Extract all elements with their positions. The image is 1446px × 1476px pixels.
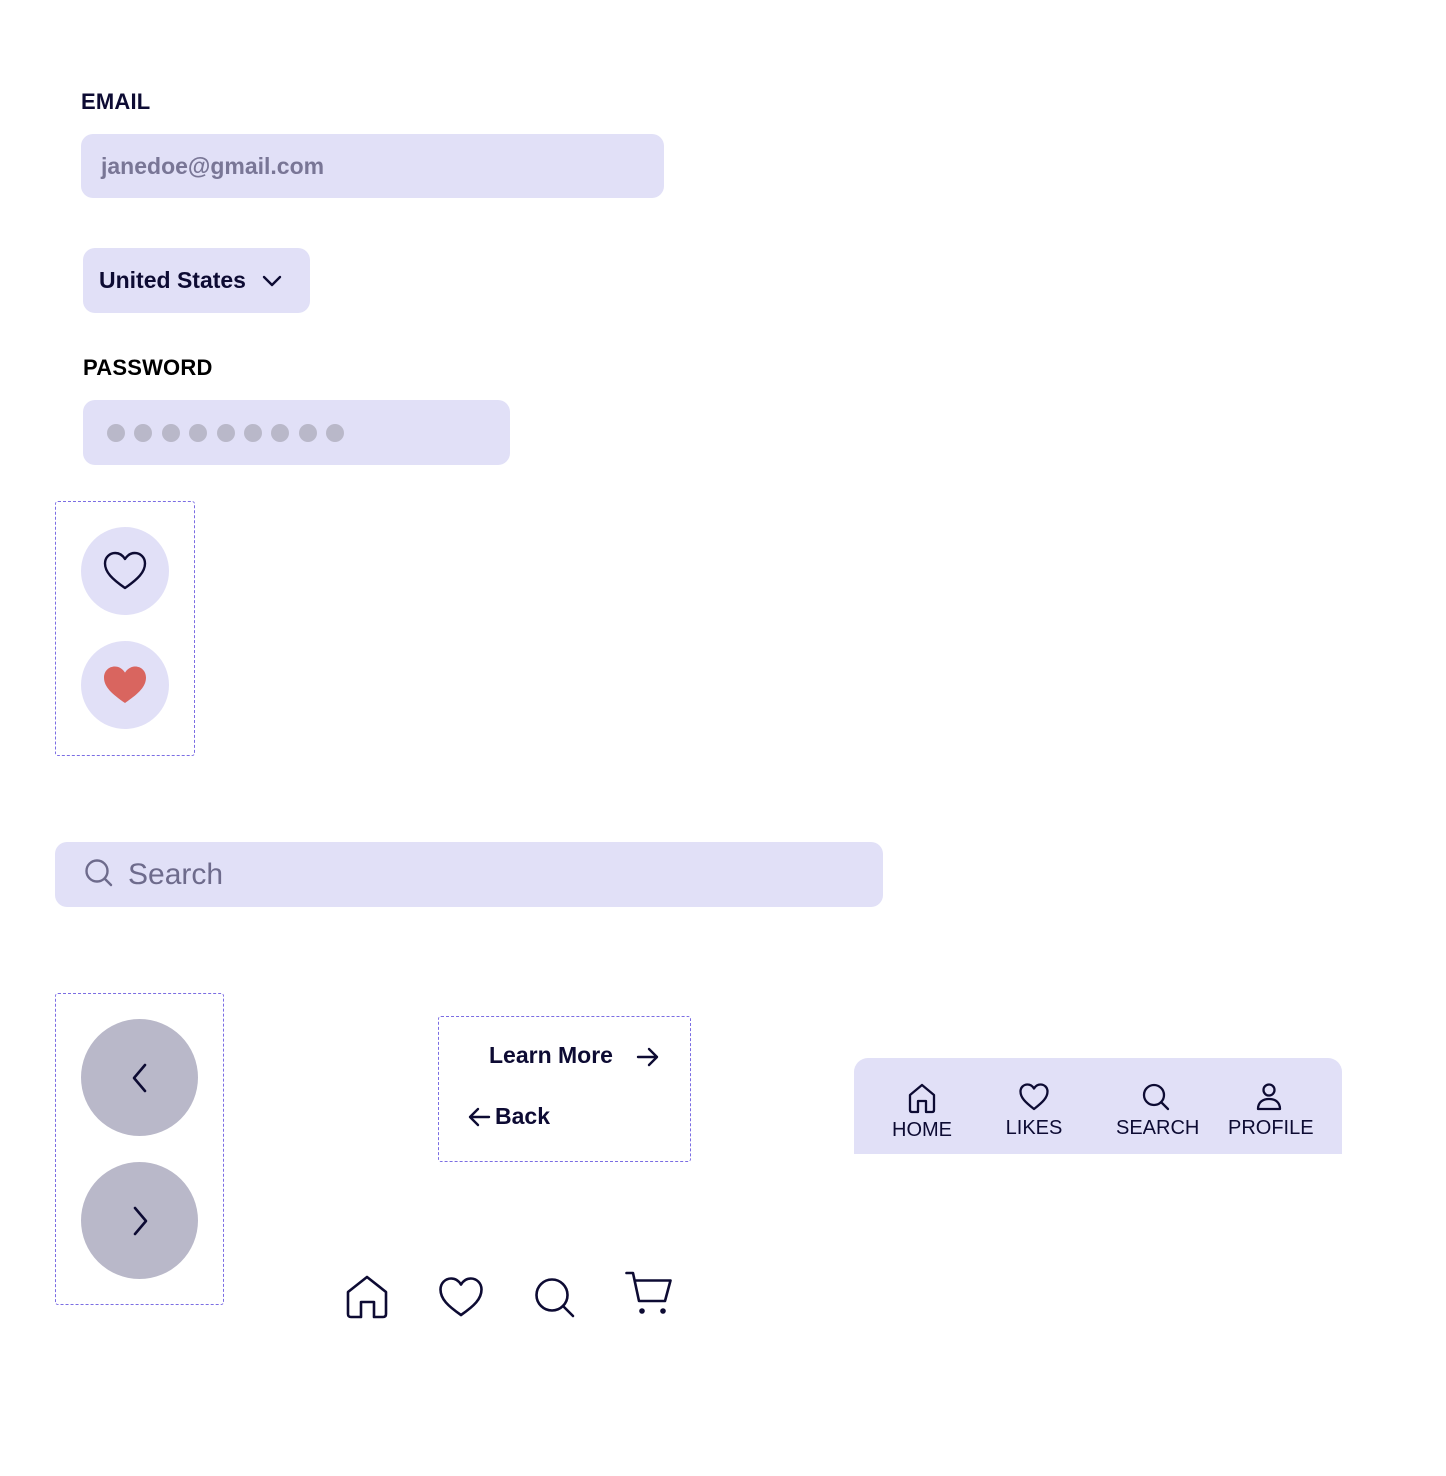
search-input[interactable]: Search (55, 842, 883, 907)
user-icon (1256, 1083, 1282, 1111)
nav-item-label: HOME (892, 1119, 952, 1141)
nav-item-label: LIKES (1005, 1117, 1063, 1139)
nav-item-label: PROFILE (1228, 1117, 1314, 1139)
password-mask-dot (298, 423, 317, 442)
chevron-right-icon (133, 1206, 147, 1235)
next-button[interactable] (81, 1162, 198, 1279)
heart-outline-icon (103, 551, 147, 590)
email-label: EMAIL (81, 89, 151, 114)
nav-item-home[interactable]: HOME (890, 1082, 954, 1142)
search-placeholder: Search (128, 858, 224, 891)
chevron-down-icon (262, 275, 282, 287)
back-link[interactable]: Back (466, 1103, 550, 1130)
previous-button[interactable] (81, 1019, 198, 1136)
password-label: PASSWORD (83, 355, 213, 380)
email-value: janedoe@gmail.com (101, 152, 325, 179)
heart-icon[interactable] (438, 1276, 484, 1318)
nav-item-label: SEARCH (1116, 1117, 1200, 1139)
password-mask-dot (271, 423, 290, 442)
password-mask-dot (134, 423, 153, 442)
password-mask-dot (107, 423, 125, 442)
password-mask-dot (189, 423, 208, 442)
search-icon (1142, 1083, 1170, 1111)
home-icon (908, 1083, 936, 1114)
password-mask-dot (161, 423, 180, 442)
search-icon[interactable] (534, 1277, 576, 1319)
back-label: Back (495, 1103, 550, 1129)
learn-more-link[interactable]: Learn More (489, 1042, 659, 1069)
arrow-right-icon (636, 1047, 659, 1067)
liked-button[interactable] (81, 641, 169, 729)
heart-icon (1019, 1083, 1049, 1111)
password-mask-dot (243, 423, 262, 442)
country-selected-value: United States (99, 267, 246, 293)
password-mask-dot (326, 423, 345, 442)
learn-more-label: Learn More (489, 1042, 613, 1068)
arrow-left-icon (468, 1107, 491, 1126)
heart-filled-icon (104, 666, 146, 703)
search-icon (85, 859, 113, 887)
email-field[interactable]: janedoe@gmail.com (81, 134, 664, 198)
password-mask-dot (216, 423, 235, 442)
nav-item-search[interactable]: SEARCH (1116, 1082, 1200, 1140)
bottom-navigation: HOME LIKES SEARCH PROFILE (854, 1058, 1342, 1154)
like-button[interactable] (81, 527, 169, 615)
cart-icon[interactable] (625, 1271, 673, 1317)
nav-item-profile[interactable]: PROFILE (1228, 1082, 1314, 1140)
link-button-group (438, 1016, 691, 1162)
home-icon[interactable] (346, 1275, 388, 1319)
chevron-left-icon (132, 1063, 146, 1092)
nav-item-likes[interactable]: LIKES (1004, 1082, 1064, 1140)
password-field[interactable] (83, 400, 510, 465)
country-select[interactable]: United States (83, 248, 310, 313)
